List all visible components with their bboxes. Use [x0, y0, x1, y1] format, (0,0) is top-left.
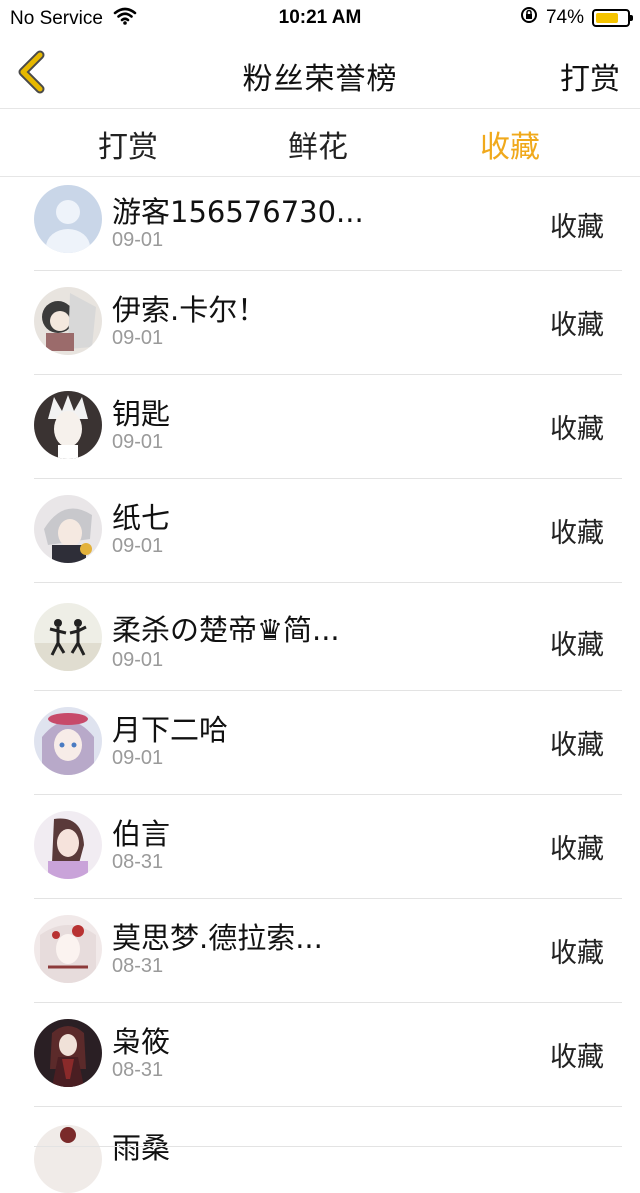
date-label: 08-31	[112, 1059, 164, 1081]
list-item[interactable]: 游客156576730... 09-01 收藏	[0, 177, 640, 271]
rotation-lock-icon	[520, 6, 538, 30]
favorite-label: 收藏	[550, 518, 604, 549]
list-item[interactable]: 纸七 09-01 收藏	[0, 479, 640, 583]
user-name: 伯言	[112, 817, 171, 851]
avatar	[34, 185, 102, 253]
status-right: 74%	[520, 6, 633, 30]
list-item[interactable]: 钥匙 09-01 收藏	[0, 375, 640, 479]
user-name: 莫思梦.德拉索...	[112, 921, 323, 955]
list-item[interactable]: 雨桑	[0, 1107, 640, 1193]
avatar	[34, 707, 102, 775]
avatar	[34, 1019, 102, 1087]
avatar	[34, 915, 102, 983]
reward-button[interactable]: 打赏	[560, 54, 620, 98]
date-label: 09-01	[112, 229, 164, 251]
battery-percent: 74%	[545, 7, 584, 28]
avatar	[34, 603, 102, 671]
tab-bar: 打赏 鲜花 收藏	[0, 108, 640, 177]
list-item[interactable]: 枭筱 08-31 收藏	[0, 1003, 640, 1107]
tab-favorites[interactable]: 收藏	[480, 122, 540, 166]
favorite-label: 收藏	[550, 938, 604, 969]
favorite-label: 收藏	[550, 1042, 604, 1073]
list-item[interactable]: 柔杀の楚帝♛简... 09-01 收藏	[0, 583, 640, 691]
user-name: 枭筱	[112, 1025, 171, 1059]
user-name: 游客156576730...	[112, 195, 364, 229]
favorite-label: 收藏	[550, 212, 604, 243]
battery-icon	[592, 9, 633, 27]
date-label: 08-31	[112, 851, 164, 873]
favorite-label: 收藏	[550, 730, 604, 761]
tab-flowers[interactable]: 鲜花	[288, 122, 348, 166]
user-name: 雨桑	[112, 1131, 171, 1165]
date-label: 09-01	[112, 535, 164, 557]
favorite-label: 收藏	[550, 310, 604, 341]
status-bar: No Service 10:21 AM 74%	[0, 0, 640, 36]
list-item[interactable]: 莫思梦.德拉索... 08-31 收藏	[0, 899, 640, 1003]
date-label: 08-31	[112, 955, 164, 977]
avatar	[34, 1125, 102, 1193]
nav-bar: 粉丝荣誉榜 打赏	[0, 36, 640, 109]
user-name: 纸七	[112, 501, 171, 535]
battery-level	[596, 13, 618, 23]
list-item[interactable]: 伊索.卡尔！ 09-01 收藏	[0, 271, 640, 375]
fan-list: 游客156576730... 09-01 收藏 伊索.卡尔！ 09-01 收藏	[0, 177, 640, 1193]
user-name: 钥匙	[112, 397, 171, 431]
avatar	[34, 287, 102, 355]
user-name: 伊索.卡尔！	[112, 293, 267, 327]
date-label: 09-01	[112, 747, 164, 769]
avatar	[34, 811, 102, 879]
avatar	[34, 495, 102, 563]
favorite-label: 收藏	[550, 630, 604, 661]
favorite-label: 收藏	[550, 834, 604, 865]
user-name: 月下二哈	[112, 713, 229, 747]
page-title: 粉丝荣誉榜	[242, 62, 398, 97]
user-name: 柔杀の楚帝♛简...	[112, 613, 340, 647]
tab-reward[interactable]: 打赏	[98, 122, 158, 166]
date-label: 09-01	[112, 649, 164, 671]
date-label: 09-01	[112, 431, 164, 453]
date-label: 09-01	[112, 327, 164, 349]
list-item[interactable]: 月下二哈 09-01 收藏	[0, 691, 640, 795]
avatar	[34, 391, 102, 459]
list-item[interactable]: 伯言 08-31 收藏	[0, 795, 640, 899]
favorite-label: 收藏	[550, 414, 604, 445]
